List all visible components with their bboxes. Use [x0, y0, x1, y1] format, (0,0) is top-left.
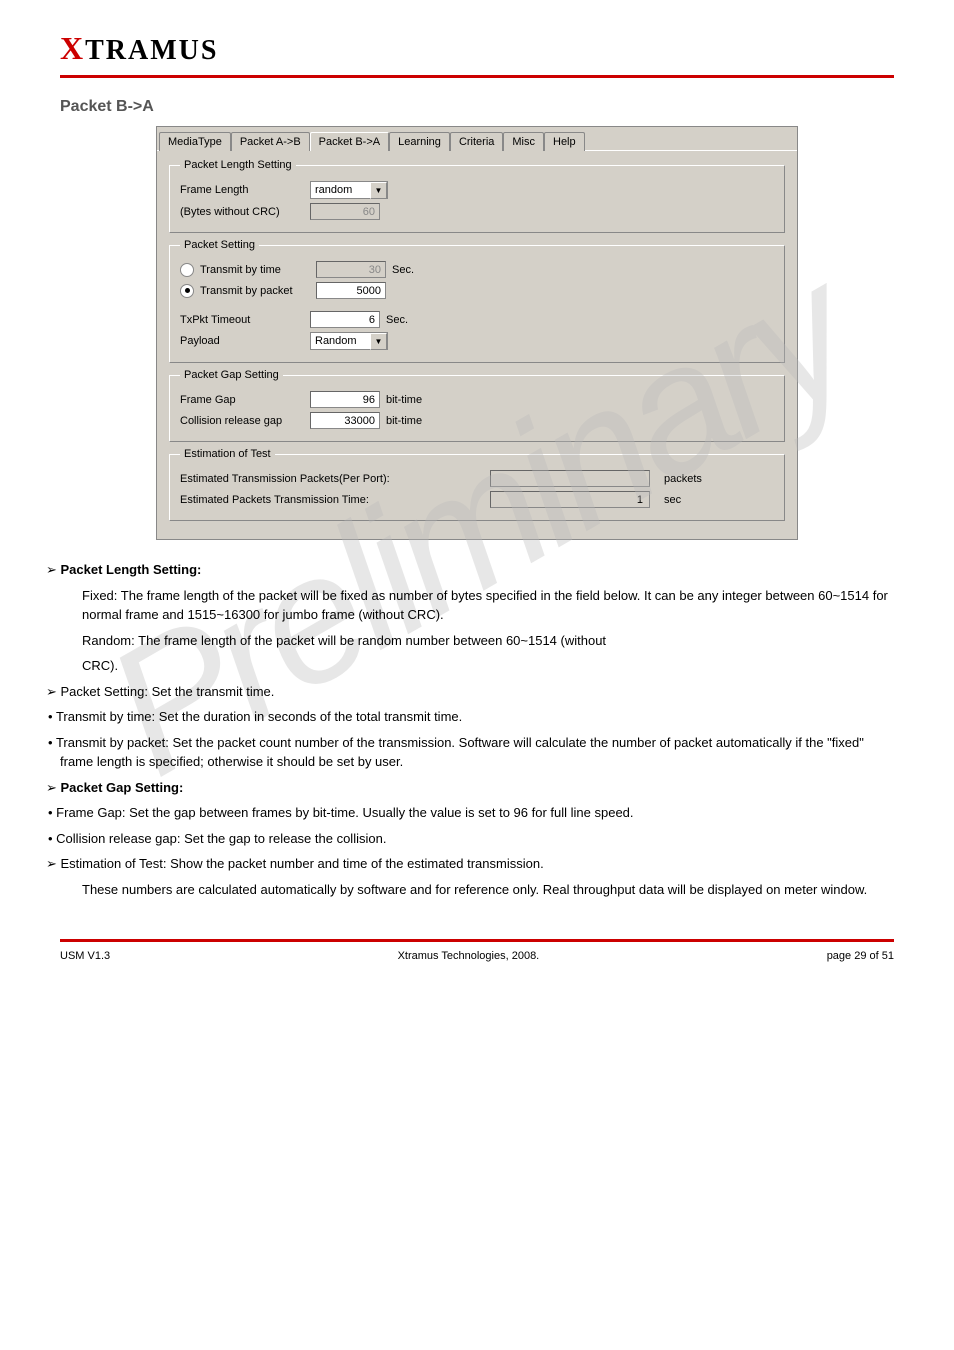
fieldset-packet-setting: Packet Setting Transmit by time Sec. Tra… — [169, 239, 785, 363]
select-frame-length[interactable]: random ▼ — [310, 181, 388, 199]
tab-learning[interactable]: Learning — [389, 132, 450, 151]
footer-right: page 29 of 51 — [827, 950, 894, 962]
unit-bittime-1: bit-time — [386, 394, 422, 406]
unit-sec-2: Sec. — [386, 314, 408, 326]
label-frame-length: Frame Length — [180, 184, 310, 196]
output-est-packets — [490, 470, 650, 487]
text-transmit-by-packet: Transmit by packet: Set the packet count… — [60, 733, 894, 772]
text-collision-release-gap: Collision release gap: Set the gap to re… — [60, 829, 894, 849]
text-estimation-body: These numbers are calculated automatical… — [82, 880, 894, 900]
fieldset-packet-gap: Packet Gap Setting Frame Gap bit-time Co… — [169, 369, 785, 442]
legend-packet-length: Packet Length Setting — [180, 159, 296, 171]
unit-packets: packets — [664, 473, 702, 485]
text-frame-gap: Frame Gap: Set the gap between frames by… — [60, 803, 894, 823]
dropdown-arrow-icon: ▼ — [370, 182, 387, 199]
footer-center: Xtramus Technologies, 2008. — [398, 950, 540, 962]
legend-packet-setting: Packet Setting — [180, 239, 259, 251]
label-bytes-without-crc: (Bytes without CRC) — [180, 206, 310, 218]
select-payload[interactable]: Random ▼ — [310, 332, 388, 350]
fieldset-estimation: Estimation of Test Estimated Transmissio… — [169, 448, 785, 521]
tab-packet-a-b[interactable]: Packet A->B — [231, 132, 310, 151]
text-random-1: Random: The frame length of the packet w… — [82, 631, 894, 651]
tab-help[interactable]: Help — [544, 132, 585, 151]
output-est-time: 1 — [490, 491, 650, 508]
fieldset-packet-length: Packet Length Setting Frame Length rando… — [169, 159, 785, 233]
description-text: Packet Length Setting: Fixed: The frame … — [60, 560, 894, 899]
label-transmit-by-time: Transmit by time — [200, 264, 316, 276]
tab-criteria[interactable]: Criteria — [450, 132, 503, 151]
input-frame-gap[interactable] — [310, 391, 380, 408]
legend-packet-gap: Packet Gap Setting — [180, 369, 283, 381]
tab-packet-b-a[interactable]: Packet B->A — [310, 132, 389, 151]
input-collision-release-gap[interactable] — [310, 412, 380, 429]
label-est-time: Estimated Packets Transmission Time: — [180, 494, 490, 506]
bottom-rule — [60, 939, 894, 942]
heading-estimation: Estimation of Test: Show the packet numb… — [60, 854, 894, 874]
legend-estimation: Estimation of Test — [180, 448, 275, 460]
input-transmit-by-packet[interactable] — [316, 282, 386, 299]
label-collision-release-gap: Collision release gap — [180, 415, 310, 427]
unit-sec-1: Sec. — [392, 264, 414, 276]
footer-left: USM V1.3 — [60, 950, 110, 962]
tab-mediatype[interactable]: MediaType — [159, 132, 231, 151]
label-transmit-by-packet: Transmit by packet — [200, 285, 316, 297]
label-frame-gap: Frame Gap — [180, 394, 310, 406]
settings-dialog: MediaType Packet A->B Packet B->A Learni… — [156, 126, 798, 540]
text-fixed: Fixed: The frame length of the packet wi… — [82, 586, 894, 625]
heading-packet-length-setting: Packet Length Setting: — [60, 560, 894, 580]
tab-misc[interactable]: Misc — [503, 132, 544, 151]
label-payload: Payload — [180, 335, 310, 347]
input-txpkt-timeout[interactable] — [310, 311, 380, 328]
text-transmit-by-time: Transmit by time: Set the duration in se… — [60, 707, 894, 727]
section-heading: Packet B->A — [60, 98, 894, 116]
input-bytes — [310, 203, 380, 220]
label-txpkt-timeout: TxPkt Timeout — [180, 314, 310, 326]
text-random-2: CRC). — [82, 656, 894, 676]
heading-packet-setting: Packet Setting: Set the transmit time. — [60, 682, 894, 702]
unit-sec-3: sec — [664, 494, 681, 506]
unit-bittime-2: bit-time — [386, 415, 422, 427]
top-rule — [60, 75, 894, 78]
radio-transmit-by-packet[interactable] — [180, 284, 194, 298]
brand-logo: XTRAMUS — [60, 30, 894, 67]
input-transmit-by-time — [316, 261, 386, 278]
tab-bar: MediaType Packet A->B Packet B->A Learni… — [157, 127, 797, 151]
heading-packet-gap-setting: Packet Gap Setting: — [60, 778, 894, 798]
label-est-packets: Estimated Transmission Packets(Per Port)… — [180, 473, 490, 485]
radio-transmit-by-time[interactable] — [180, 263, 194, 277]
dropdown-arrow-icon: ▼ — [370, 333, 387, 350]
page-footer: USM V1.3 Xtramus Technologies, 2008. pag… — [60, 950, 894, 962]
